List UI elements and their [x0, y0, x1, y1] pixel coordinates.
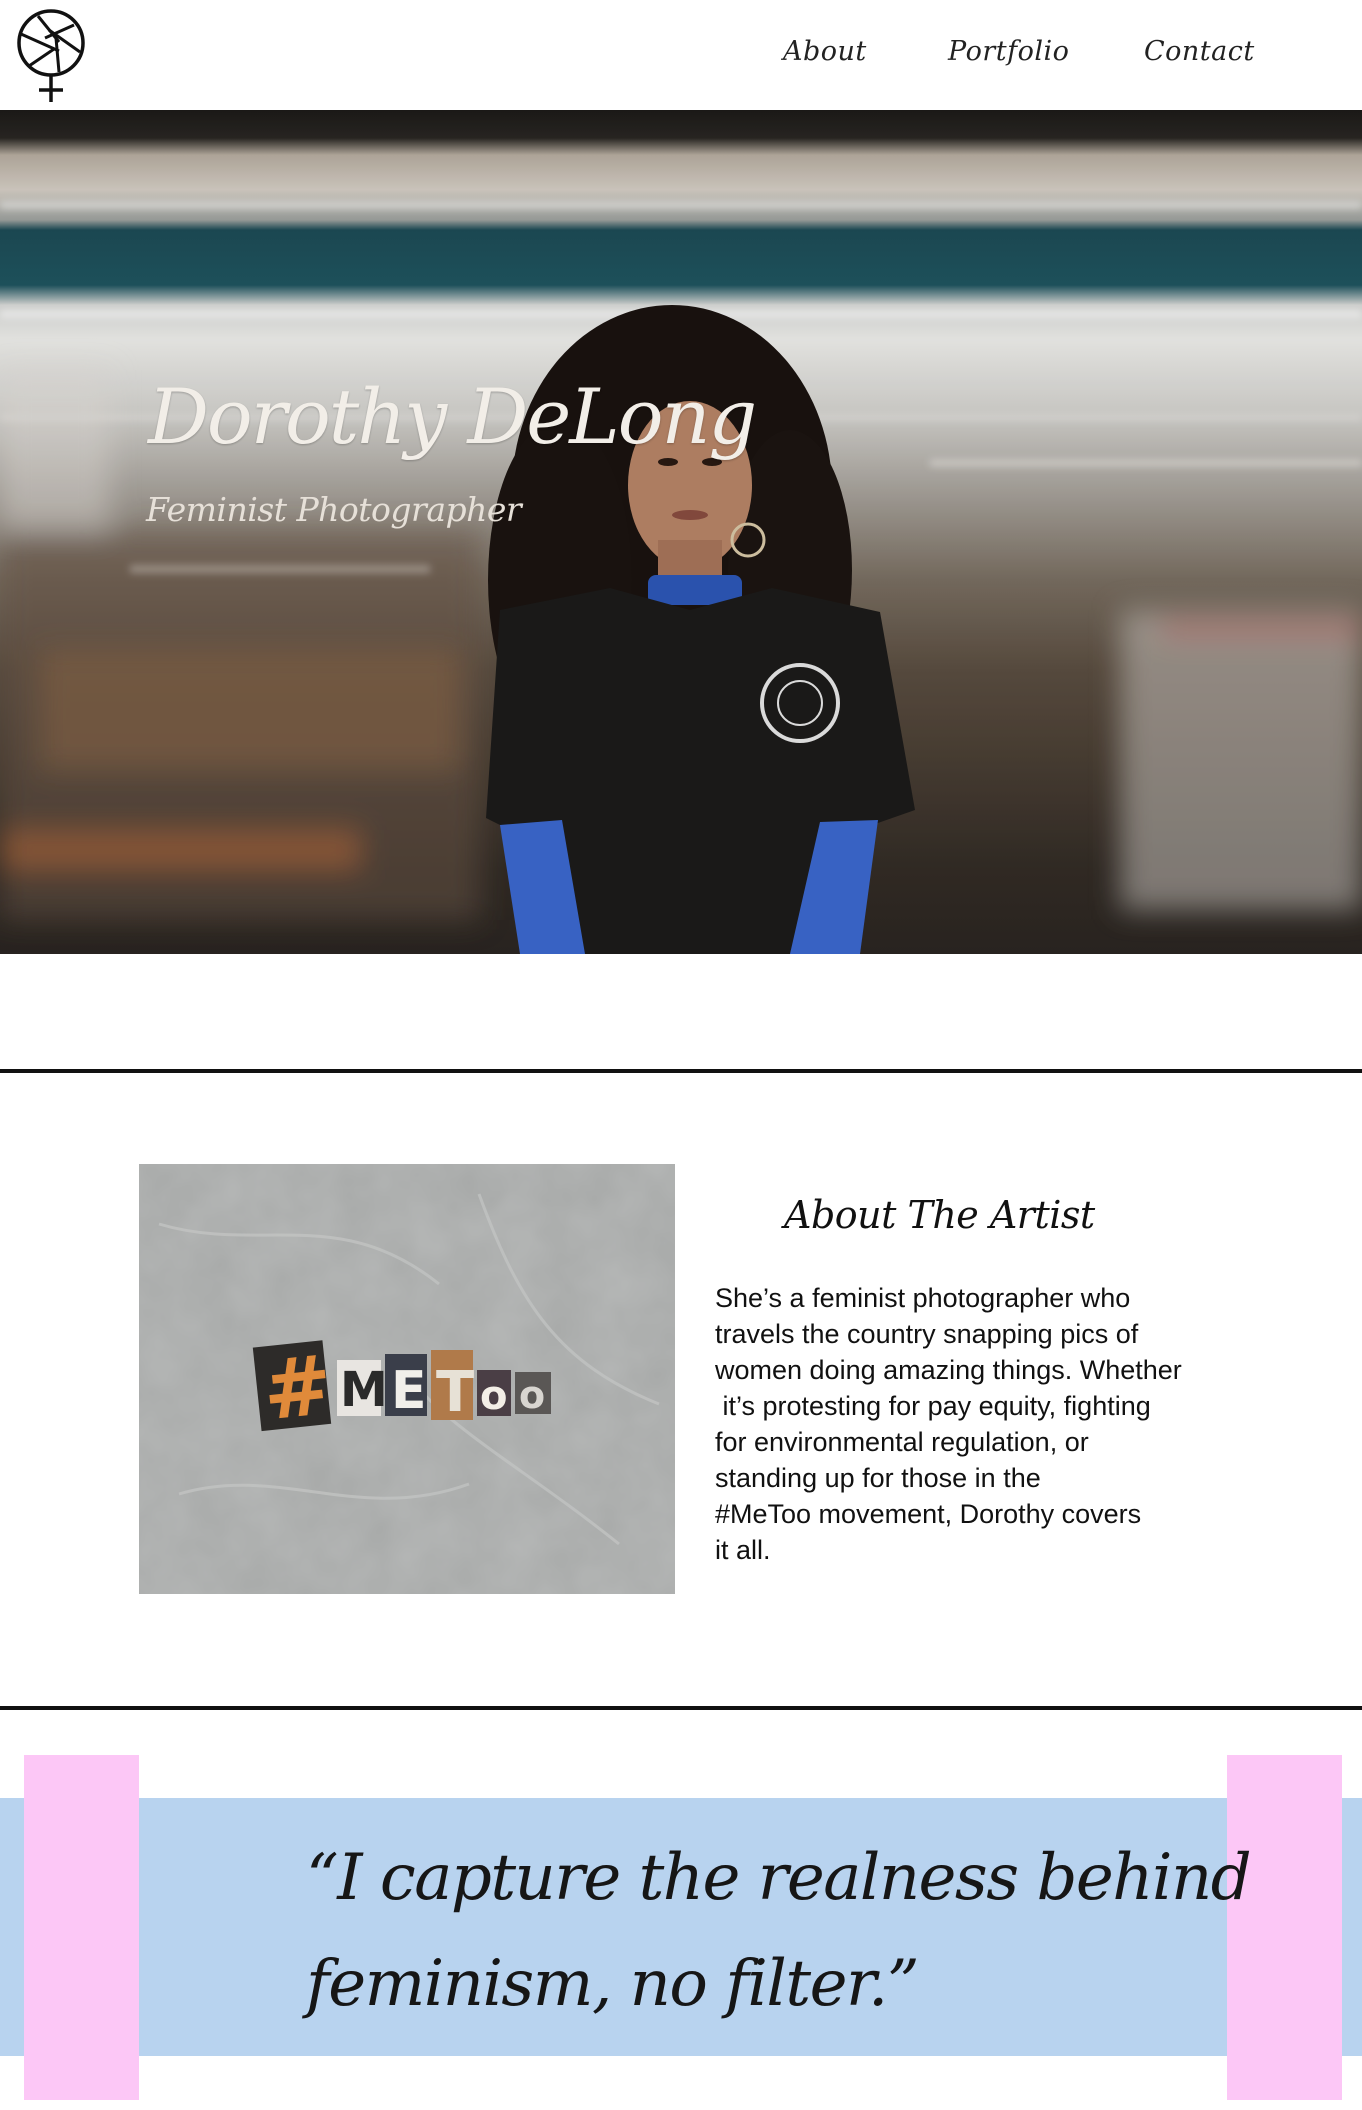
camera-aperture-venus-icon[interactable] [14, 8, 88, 104]
hero-photo [0, 110, 1362, 954]
about-image: # M E T o o [139, 1164, 675, 1594]
about-body-line: travels the country snapping pics of [715, 1319, 1139, 1349]
svg-text:E: E [391, 1361, 427, 1421]
about-body-line: #MeToo movement, Dorothy covers [715, 1499, 1142, 1529]
quote-line: “I capture the realness behind [306, 1841, 1252, 1915]
quote-line: feminism, no filter.” [306, 1947, 920, 2021]
metoo-collage-image: # M E T o o [139, 1164, 675, 1594]
site-header: About Portfolio Contact [0, 0, 1362, 110]
nav-link-portfolio[interactable]: Portfolio [948, 36, 1069, 67]
svg-text:T: T [436, 1360, 474, 1425]
about-body-line: women doing amazing things. Whether [715, 1355, 1182, 1385]
hero-subtitle: Feminist Photographer [146, 490, 522, 529]
about-body-line: it’s protesting for pay equity, fighting [715, 1391, 1151, 1421]
about-body-text: She’s a feminist photographer who travel… [715, 1280, 1235, 1568]
section-divider [0, 1069, 1362, 1073]
about-body-line: for environmental regulation, or [715, 1427, 1089, 1457]
nav-link-about[interactable]: About [783, 36, 867, 67]
section-divider [0, 1706, 1362, 1710]
about-body-line: it all. [715, 1535, 771, 1565]
hero-banner: Dorothy DeLong Feminist Photographer [0, 110, 1362, 954]
pink-accent-right [1227, 1755, 1342, 2100]
about-body-line: standing up for those in the [715, 1463, 1041, 1493]
hero-title: Dorothy DeLong [148, 372, 757, 461]
about-heading: About The Artist [784, 1193, 1095, 1237]
letter-hash: # [259, 1338, 337, 1440]
svg-text:o: o [480, 1373, 507, 1419]
pink-accent-left [24, 1755, 139, 2100]
svg-text:M: M [340, 1362, 388, 1418]
nav-link-contact[interactable]: Contact [1144, 36, 1255, 67]
quote-text: “I capture the realness behind feminism,… [306, 1825, 1252, 2037]
svg-text:o: o [519, 1373, 545, 1417]
about-body-line: She’s a feminist photographer who [715, 1283, 1131, 1313]
